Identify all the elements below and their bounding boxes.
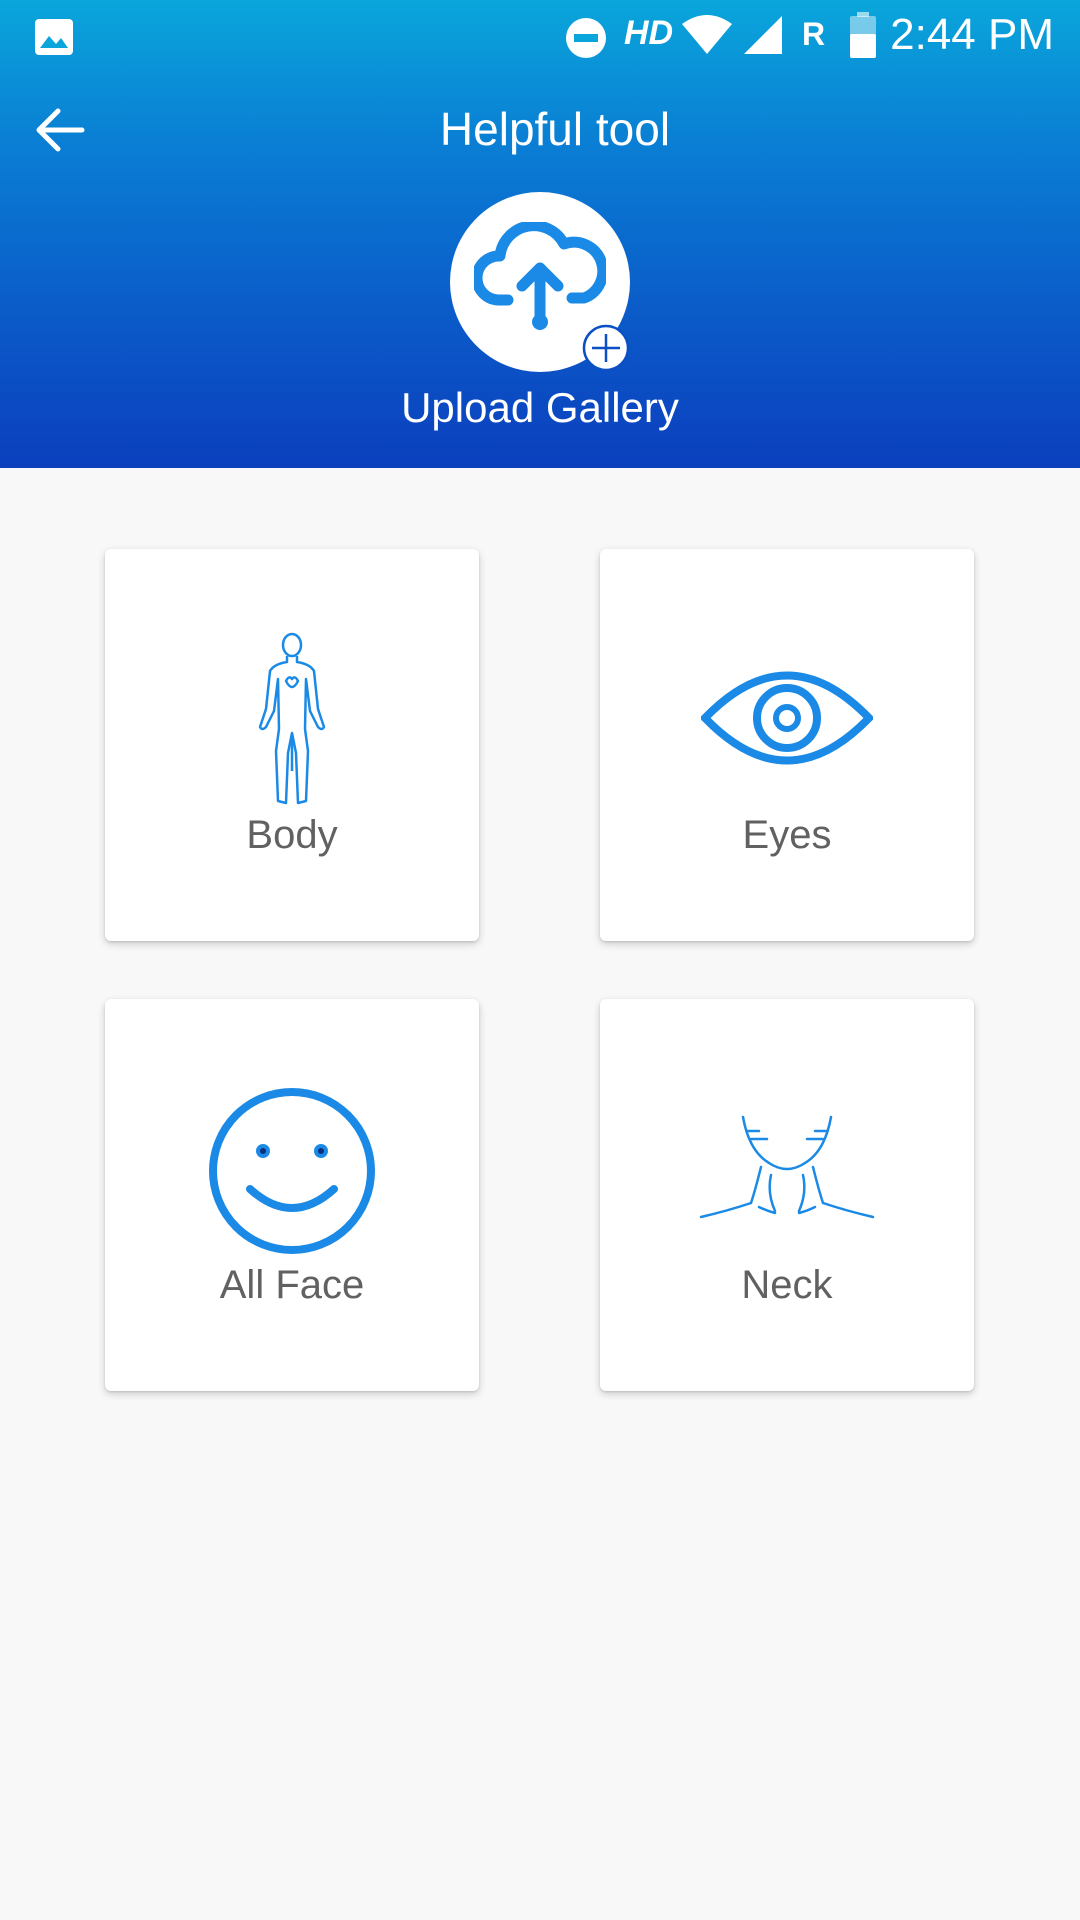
wifi-icon bbox=[680, 14, 734, 61]
upload-gallery-button[interactable] bbox=[450, 192, 630, 372]
do-not-disturb-icon bbox=[564, 16, 608, 65]
plus-icon bbox=[582, 324, 630, 377]
category-card-eyes[interactable]: Eyes bbox=[600, 549, 974, 941]
category-card-neck[interactable]: Neck bbox=[600, 999, 974, 1391]
upload-gallery-label: Upload Gallery bbox=[401, 384, 679, 431]
category-card-body[interactable]: Body bbox=[105, 549, 479, 941]
category-card-all-face[interactable]: All Face bbox=[105, 999, 479, 1391]
battery-icon bbox=[848, 12, 878, 65]
clock: 2:44 PM bbox=[890, 10, 1054, 59]
eye-icon bbox=[600, 669, 974, 767]
category-label: Body bbox=[246, 813, 338, 857]
smiley-face-icon bbox=[105, 1085, 479, 1257]
header: HD R 2:44 PM Helpful tool Upload Gallery bbox=[0, 0, 1080, 468]
signal-icon bbox=[742, 14, 784, 61]
human-body-icon bbox=[105, 631, 479, 811]
category-label: All Face bbox=[219, 1263, 365, 1307]
status-bar: HD R 2:44 PM bbox=[0, 0, 1080, 72]
roaming-indicator: R bbox=[802, 16, 826, 52]
gallery-icon bbox=[34, 18, 74, 61]
page-title: Helpful tool bbox=[439, 103, 671, 155]
category-label: Neck bbox=[741, 1263, 833, 1307]
category-label: Eyes bbox=[742, 813, 832, 857]
hd-indicator: HD bbox=[624, 14, 674, 52]
neck-icon bbox=[600, 1115, 974, 1225]
